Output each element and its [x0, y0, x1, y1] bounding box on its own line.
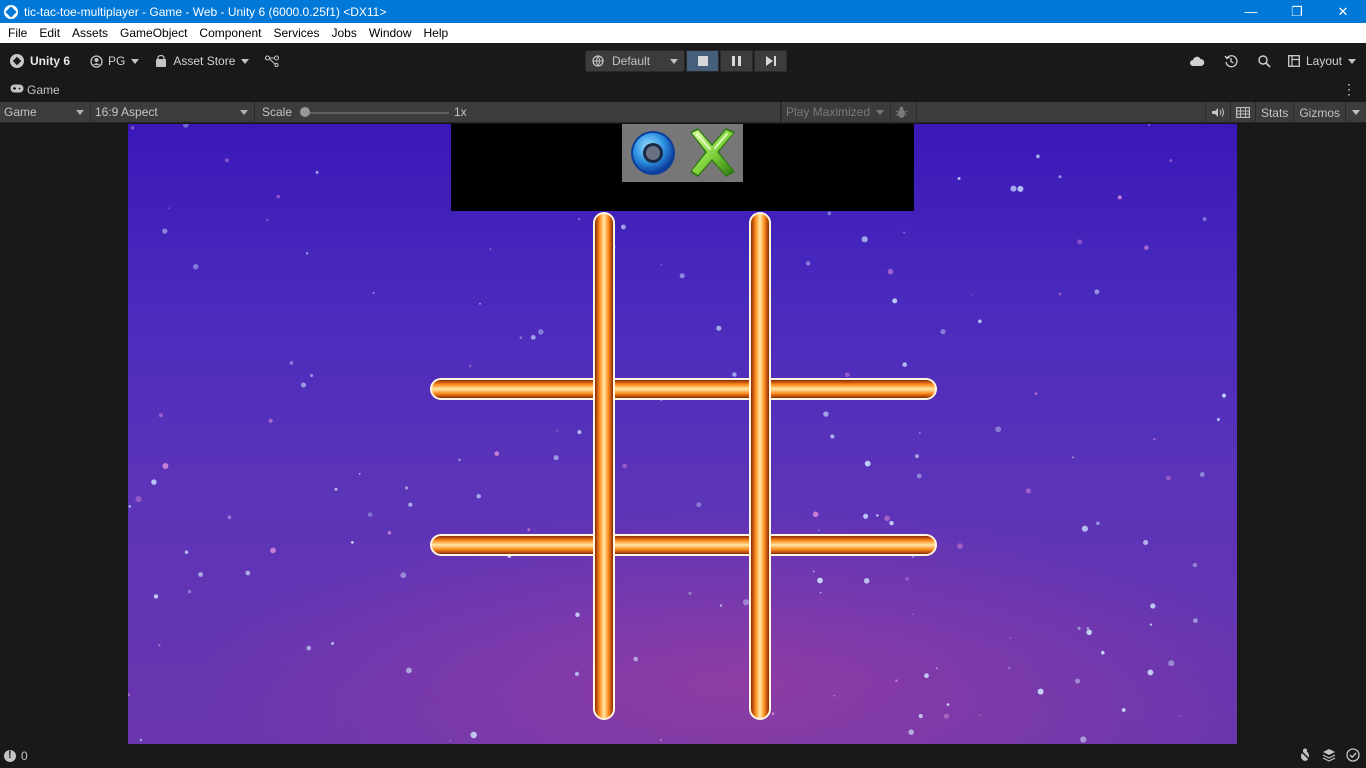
stop-button[interactable] — [686, 50, 719, 72]
keyboard-icon — [1236, 107, 1250, 118]
step-button[interactable] — [754, 50, 787, 72]
menu-gameobject[interactable]: GameObject — [116, 23, 191, 43]
check-circle-icon[interactable] — [1346, 748, 1360, 765]
stats-button[interactable]: Stats — [1254, 102, 1293, 123]
stop-icon — [697, 56, 708, 66]
game-viewport[interactable] — [128, 124, 1237, 744]
play-mode-label: Play Maximized — [786, 105, 871, 119]
window-title: tic-tac-toe-multiplayer - Game - Web - U… — [24, 4, 387, 19]
cloud-button[interactable] — [1180, 50, 1214, 72]
console-count: 0 — [21, 749, 28, 763]
chevron-down-icon — [876, 109, 884, 115]
tab-game[interactable]: Game — [0, 83, 60, 97]
bug-icon — [895, 106, 908, 118]
account-dropdown[interactable]: PG — [84, 50, 145, 72]
scale-control: Scale 1x — [255, 101, 781, 123]
history-icon — [1224, 55, 1238, 68]
menu-window[interactable]: Window — [365, 23, 416, 43]
unity-label: Unity 6 — [30, 54, 71, 68]
search-button[interactable] — [1248, 50, 1282, 72]
search-icon — [1258, 54, 1272, 68]
game-tab-bar: Game ⋮ — [0, 79, 1366, 101]
chevron-down-icon — [1352, 110, 1360, 115]
aspect-dropdown[interactable]: 16:9 Aspect — [91, 101, 255, 123]
account-icon — [90, 54, 103, 68]
layout-dropdown[interactable]: Layout — [1282, 50, 1362, 72]
more-options-icon[interactable]: ⋮ — [1342, 81, 1356, 98]
editor-layout-dropdown[interactable]: Default — [585, 50, 685, 72]
maximize-button[interactable]: ❐ — [1274, 0, 1320, 23]
speaker-icon — [1211, 108, 1224, 117]
layout-label: Layout — [1305, 54, 1342, 68]
game-view — [0, 124, 1366, 744]
scale-value: 1x — [454, 104, 467, 119]
tab-game-label: Game — [27, 83, 60, 97]
history-button[interactable] — [1214, 50, 1248, 72]
asset-store-dropdown[interactable]: Asset Store — [149, 50, 255, 72]
scale-slider-thumb[interactable] — [300, 106, 310, 117]
menu-edit[interactable]: Edit — [35, 23, 64, 43]
status-bar: 0 — [0, 744, 1366, 768]
scale-label: Scale — [262, 105, 293, 119]
frame-debugger-button[interactable] — [891, 101, 917, 123]
play-controls: Default — [585, 50, 787, 72]
minimize-button[interactable]: — — [1228, 0, 1274, 23]
unity-logo-icon — [10, 54, 24, 68]
close-button[interactable]: ✕ — [1320, 0, 1366, 23]
mute-audio-button[interactable] — [1204, 102, 1230, 123]
scale-slider-track[interactable] — [303, 111, 449, 114]
pause-icon — [732, 56, 741, 66]
source-control-button[interactable] — [259, 50, 285, 72]
main-toolbar: Unity 6 PG Asset Store Default Layout — [0, 43, 1366, 79]
gizmos-dropdown[interactable] — [1345, 102, 1366, 123]
window-title-bar: tic-tac-toe-multiplayer - Game - Web - U… — [0, 0, 1366, 23]
editor-layout-label: Default — [612, 54, 651, 68]
menu-bar: File Edit Assets GameObject Component Se… — [0, 23, 1366, 43]
tic-tac-toe-board — [430, 212, 937, 720]
asset-store-icon — [156, 54, 167, 67]
unity-app-icon — [4, 4, 18, 19]
gamepad-icon — [10, 84, 24, 96]
chevron-down-icon — [670, 58, 678, 64]
unity-account-button[interactable]: Unity 6 — [4, 50, 76, 72]
game-view-toolbar: Game 16:9 Aspect Scale 1x Play Maximized… — [0, 101, 1366, 123]
chevron-down-icon — [241, 58, 250, 64]
asset-store-label: Asset Store — [173, 54, 236, 68]
chevron-down-icon — [131, 58, 140, 64]
layers-icon[interactable] — [1322, 748, 1336, 765]
play-mode-dropdown[interactable]: Play Maximized — [781, 101, 891, 123]
gizmos-button[interactable]: Gizmos — [1293, 102, 1345, 123]
globe-icon — [592, 55, 604, 67]
menu-file[interactable]: File — [4, 23, 31, 43]
console-warning-icon[interactable] — [4, 749, 16, 762]
shortcuts-button[interactable] — [1229, 102, 1255, 123]
menu-assets[interactable]: Assets — [68, 23, 112, 43]
cloud-icon — [1189, 56, 1205, 66]
source-control-icon — [265, 55, 280, 67]
debug-mode-icon[interactable] — [1298, 748, 1312, 765]
display-dropdown[interactable]: Game — [0, 101, 91, 123]
menu-help[interactable]: Help — [420, 23, 453, 43]
aspect-label: 16:9 Aspect — [95, 105, 158, 119]
account-label: PG — [108, 54, 126, 68]
layout-icon — [1288, 55, 1300, 67]
chevron-down-icon — [240, 109, 248, 115]
chevron-down-icon — [1348, 58, 1356, 64]
display-label: Game — [4, 105, 37, 119]
menu-component[interactable]: Component — [195, 23, 265, 43]
menu-services[interactable]: Services — [269, 23, 323, 43]
menu-jobs[interactable]: Jobs — [327, 23, 360, 43]
step-icon — [765, 56, 776, 66]
chevron-down-icon — [76, 109, 84, 115]
pause-button[interactable] — [720, 50, 753, 72]
